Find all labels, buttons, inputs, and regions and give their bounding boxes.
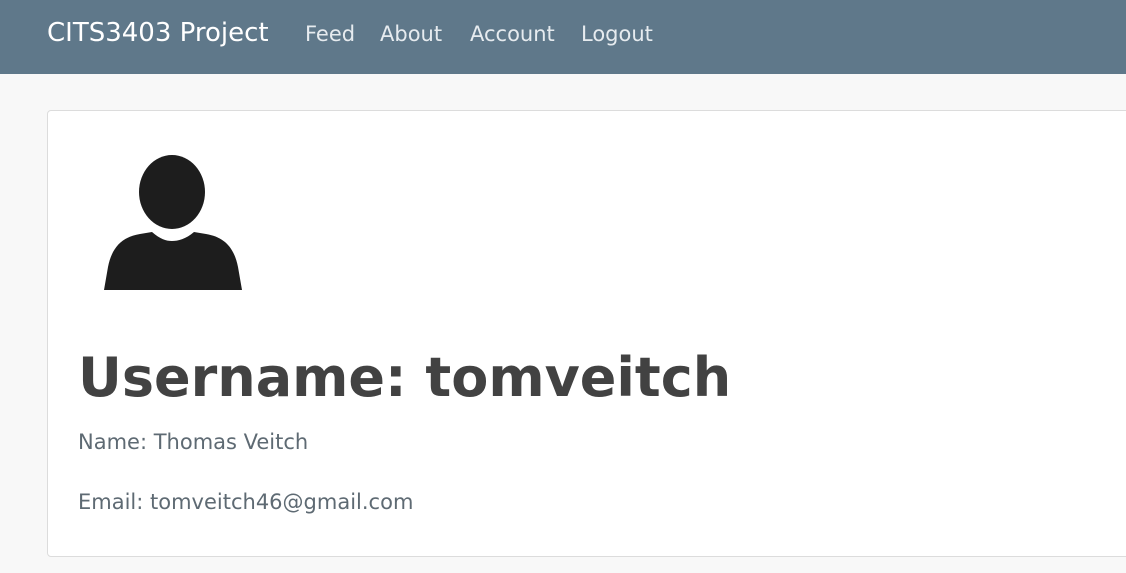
email-text: Email: tomveitch46@gmail.com	[78, 490, 414, 514]
nav-link-logout[interactable]: Logout	[581, 19, 653, 49]
nav-link-about[interactable]: About	[380, 19, 442, 49]
top-navbar: CITS3403 Project Feed About Account Logo…	[0, 0, 1126, 74]
nav-link-feed[interactable]: Feed	[305, 19, 355, 49]
brand-link[interactable]: CITS3403 Project	[47, 14, 269, 52]
username-heading: Username: tomveitch	[78, 346, 732, 409]
name-text: Name: Thomas Veitch	[78, 430, 309, 454]
nav-link-account[interactable]: Account	[470, 19, 555, 49]
user-silhouette-icon	[104, 155, 242, 290]
